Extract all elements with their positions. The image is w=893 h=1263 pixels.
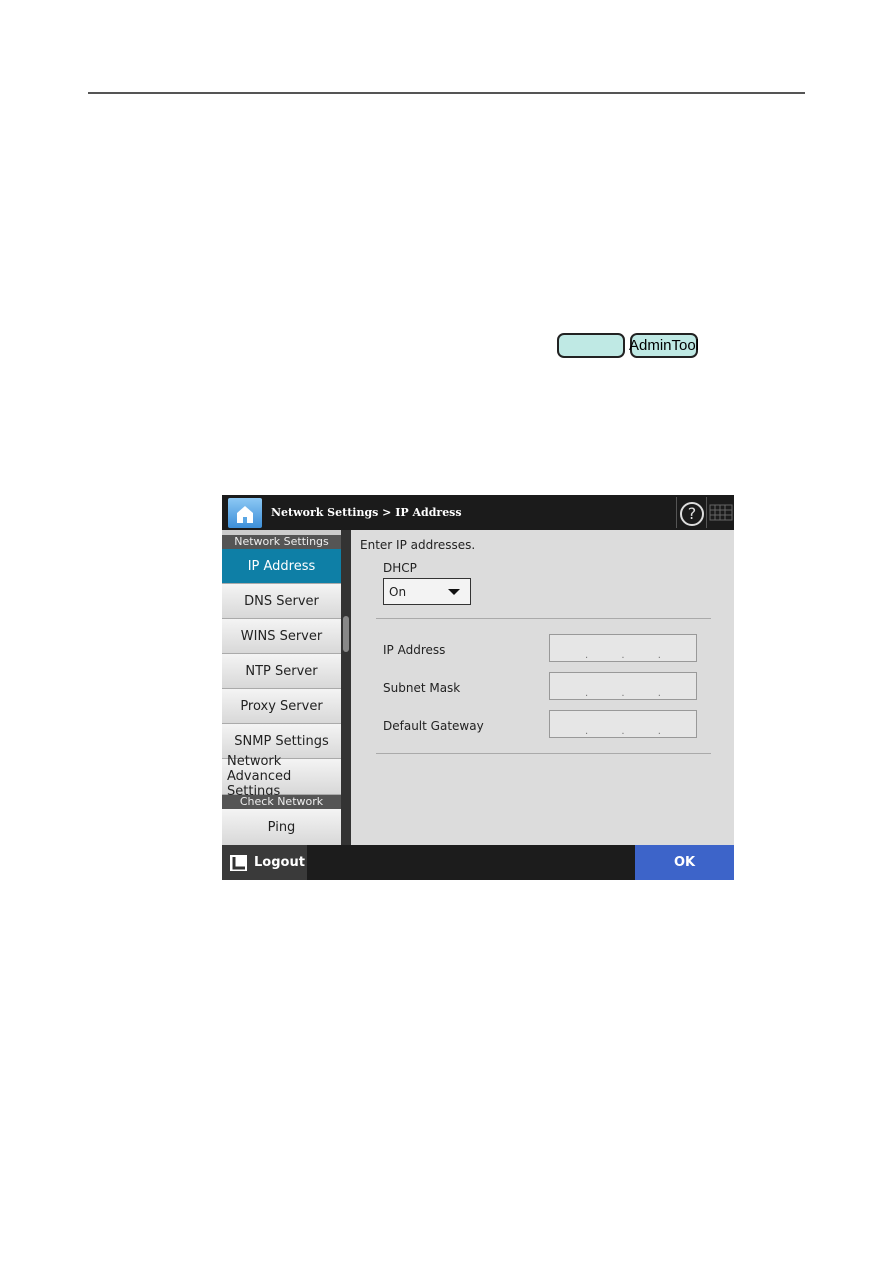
help-button[interactable]: ? xyxy=(676,497,707,528)
sidebar-scrollbar[interactable] xyxy=(341,530,351,845)
sidebar-item-proxy-server[interactable]: Proxy Server xyxy=(222,689,341,724)
subnet-mask-value: . . . xyxy=(585,688,661,699)
chevron-down-icon xyxy=(448,589,460,595)
divider xyxy=(376,618,711,619)
subnet-mask-label: Subnet Mask xyxy=(383,681,461,695)
scrollbar-thumb[interactable] xyxy=(343,616,349,652)
header-rule xyxy=(88,92,805,94)
dhcp-label: DHCP xyxy=(383,561,417,575)
keyboard-button[interactable] xyxy=(706,497,735,528)
ip-address-input[interactable]: . . . xyxy=(549,634,697,662)
content-panel: Enter IP addresses. DHCP On IP Address .… xyxy=(351,530,734,845)
badge-blank xyxy=(557,333,625,358)
help-icon: ? xyxy=(680,502,704,526)
logout-button[interactable]: Logout xyxy=(222,845,307,880)
breadcrumb: Network Settings > IP Address xyxy=(271,506,462,519)
title-bar: Network Settings > IP Address ? xyxy=(222,495,734,530)
ip-address-value: . . . xyxy=(585,650,661,661)
badge-admintool: AdminTool xyxy=(629,333,699,358)
sidebar: Network Settings IP Address DNS Server W… xyxy=(222,530,341,846)
sidebar-item-ping[interactable]: Ping xyxy=(222,809,341,846)
sidebar-item-wins-server[interactable]: WINS Server xyxy=(222,619,341,654)
sidebar-item-dns-server[interactable]: DNS Server xyxy=(222,584,341,619)
default-gateway-value: . . . xyxy=(585,726,661,737)
footer-bar: Logout OK xyxy=(222,845,734,880)
sidebar-item-ntp-server[interactable]: NTP Server xyxy=(222,654,341,689)
sidebar-item-ip-address[interactable]: IP Address xyxy=(222,549,341,584)
sidebar-item-network-advanced-settings[interactable]: Network Advanced Settings xyxy=(222,754,341,799)
ip-address-label: IP Address xyxy=(383,643,446,657)
divider xyxy=(376,753,711,754)
keyboard-icon xyxy=(709,504,733,521)
dhcp-dropdown[interactable]: On xyxy=(383,578,471,605)
sidebar-group-check-network-status: Check Network Status xyxy=(222,795,341,822)
subnet-mask-input[interactable]: . . . xyxy=(549,672,697,700)
logout-label: Logout xyxy=(254,855,305,870)
default-gateway-label: Default Gateway xyxy=(383,719,484,733)
default-gateway-input[interactable]: . . . xyxy=(549,710,697,738)
home-button[interactable] xyxy=(228,498,262,528)
home-icon xyxy=(237,506,253,523)
dhcp-value: On xyxy=(389,584,407,599)
logout-icon xyxy=(230,854,247,871)
sidebar-group-network-settings: Network Settings xyxy=(222,535,341,549)
instruction-text: Enter IP addresses. xyxy=(360,538,476,552)
ok-button[interactable]: OK xyxy=(635,845,734,880)
screenshot-ip-address: Network Settings > IP Address ? Network … xyxy=(222,495,734,880)
